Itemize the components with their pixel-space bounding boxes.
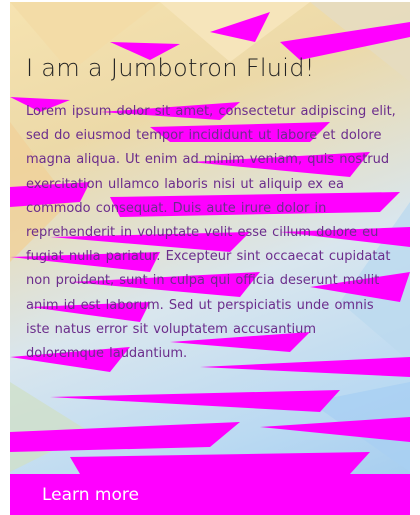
jumbotron: I am a Jumbotron Fluid! Lorem ipsum dolo… <box>10 2 410 515</box>
learn-more-button[interactable]: Learn more <box>10 474 410 515</box>
jumbotron-lead-text: Lorem ipsum dolor sit amet, consectetur … <box>26 104 396 362</box>
jumbotron-title: I am a Jumbotron Fluid! <box>26 54 315 82</box>
jumbotron-content: I am a Jumbotron Fluid! Lorem ipsum dolo… <box>10 2 410 515</box>
